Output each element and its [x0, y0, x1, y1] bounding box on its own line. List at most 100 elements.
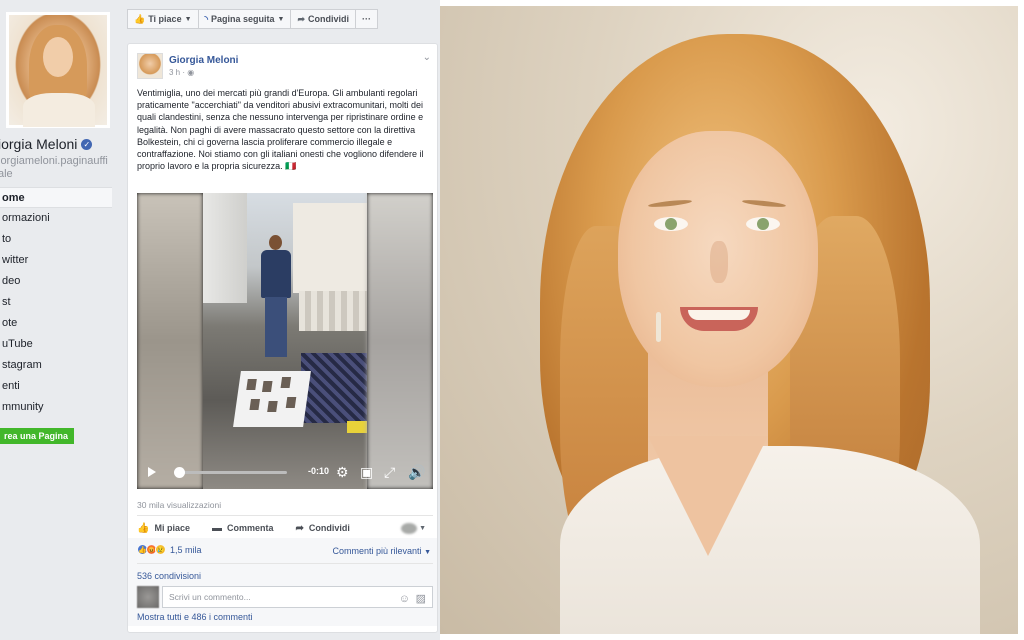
comment-button[interactable]: ▬ Commenta	[212, 523, 274, 534]
gear-icon[interactable]: ⚙	[336, 464, 349, 480]
page-action-bar: 👍 Ti piace ▼ ◝ Pagina seguita ▼ ➦ Condiv…	[127, 9, 379, 29]
verified-badge-icon: ✓	[81, 138, 93, 150]
facebook-page-screenshot: iorgia Meloni ✓ iorgiameloni.paginauffi …	[0, 0, 440, 640]
share-arrow-icon: ➦	[295, 522, 304, 534]
emoji-icon[interactable]: ☺	[399, 589, 410, 609]
video-yellow-box	[347, 421, 367, 433]
portrait-right-brow	[741, 198, 787, 209]
post-summary: 👍 😡 😢 1,5 mila Commenti più rilevanti ▼ …	[128, 538, 437, 626]
speech-bubble-icon: ▬	[211, 522, 222, 534]
post-options-chevron-icon[interactable]: ⌄	[423, 52, 431, 63]
nav-item-posts[interactable]: st	[0, 292, 112, 313]
sad-reaction-icon: 😢	[155, 544, 166, 555]
share-button-label: Condividi	[308, 523, 350, 533]
portrait-left-iris	[665, 218, 677, 230]
video-blurred-right	[367, 193, 433, 489]
video-man-head	[269, 235, 282, 250]
portrait-blouse	[560, 446, 980, 634]
post-as-selector[interactable]: ▼	[401, 523, 426, 534]
nav-item-community[interactable]: mmunity	[0, 397, 112, 418]
nav-item-events[interactable]: enti	[0, 376, 112, 397]
play-icon[interactable]	[148, 467, 156, 477]
video-awning	[299, 291, 367, 331]
share-page-button[interactable]: ➦ Condividi	[290, 9, 357, 29]
nav-item-instagram[interactable]: stagram	[0, 355, 112, 376]
nav-item-notes[interactable]: ote	[0, 313, 112, 334]
nav-item-twitter[interactable]: witter	[0, 250, 112, 271]
reaction-summary[interactable]: 👍 😡 😢 1,5 mila	[137, 544, 202, 555]
video-frame	[203, 193, 367, 489]
video-man-pants	[265, 297, 287, 357]
share-button[interactable]: ➦ Condividi	[295, 523, 349, 534]
sticker-icon[interactable]: ▨	[416, 589, 426, 609]
profile-photo[interactable]	[6, 12, 110, 128]
like-page-button[interactable]: 👍 Ti piace ▼	[127, 9, 199, 29]
nav-item-video[interactable]: deo	[0, 271, 112, 292]
portrait-right-iris	[757, 218, 769, 230]
video-progress-bar[interactable]	[174, 467, 287, 478]
post-action-bar: 👍 Mi piace ▬ Commenta ➦ Condividi ▼	[137, 520, 433, 536]
video-goods-stall	[301, 353, 367, 423]
thumbs-up-icon: 👍	[137, 522, 150, 534]
post-time-text: 3 h ·	[169, 68, 186, 77]
fullscreen-icon[interactable]: ⤢	[384, 464, 395, 480]
more-options-button[interactable]: ···	[355, 9, 379, 29]
video-item	[285, 397, 297, 408]
page-name[interactable]: iorgia Meloni ✓	[0, 136, 93, 152]
share-arrow-icon: ➦	[297, 13, 306, 24]
nav-item-home[interactable]: ome	[0, 187, 112, 208]
post-author-avatar[interactable]	[137, 53, 163, 79]
share-count[interactable]: 536 condivisioni	[137, 571, 201, 581]
profile-photo-face	[43, 37, 73, 77]
video-cloth-with-goods	[233, 371, 311, 427]
video-remaining-time: -0:10	[308, 466, 330, 476]
post-author-name[interactable]: Giorgia Meloni	[169, 55, 238, 66]
video-item	[246, 379, 257, 390]
nav-item-info[interactable]: ormazioni	[0, 208, 112, 229]
video-player[interactable]: -0:10 ⚙ ▣ ⤢ 🔊	[137, 193, 433, 489]
create-page-button[interactable]: rea una Pagina	[0, 428, 75, 444]
comment-composer: Scrivi un commento... ☺ ▨	[137, 585, 433, 609]
post-text: Ventimiglia, uno dei mercati più grandi …	[137, 88, 424, 172]
page-sidebar: iorgia Meloni ✓ iorgiameloni.paginauffi …	[0, 0, 120, 640]
volume-icon[interactable]: 🔊	[408, 464, 425, 480]
chevron-down-icon: ▼	[277, 15, 285, 23]
video-view-count[interactable]: 30 mila visualizzazioni	[137, 500, 221, 510]
video-controls: -0:10 ⚙ ▣ ⤢ 🔊	[137, 461, 433, 483]
following-label: Pagina seguita	[211, 14, 275, 24]
portrait-nose	[710, 241, 728, 283]
page-name-text: iorgia Meloni	[0, 136, 78, 152]
video-man	[259, 235, 293, 375]
portrait-left-brow	[647, 198, 693, 209]
video-building	[203, 193, 247, 303]
comment-sort-label: Commenti più rilevanti	[332, 546, 422, 556]
post-card: Giorgia Meloni 3 h · ◉ ⌄ Ventimiglia, un…	[127, 43, 438, 633]
video-item	[249, 399, 260, 410]
like-page-label: Ti piace	[148, 14, 182, 24]
chevron-down-icon: ▼	[184, 15, 192, 23]
comment-sort-dropdown[interactable]: Commenti più rilevanti ▼	[333, 546, 432, 556]
portrait-earring	[656, 312, 661, 342]
like-button[interactable]: 👍 Mi piace	[137, 523, 190, 534]
portrait-right-eye	[746, 217, 780, 231]
comment-button-label: Commenta	[226, 523, 274, 533]
show-all-comments-link[interactable]: Mostra tutti e 486 i commenti	[137, 612, 253, 622]
page-handle[interactable]: iorgiameloni.paginauffi ale	[0, 155, 116, 181]
nav-item-photos[interactable]: to	[0, 229, 112, 250]
comment-input[interactable]: Scrivi un commento... ☺ ▨	[162, 586, 433, 608]
portrait-teeth	[688, 310, 750, 320]
following-button[interactable]: ◝ Pagina seguita ▼	[197, 9, 292, 29]
video-item	[261, 381, 273, 392]
chevron-down-icon: ▼	[419, 525, 426, 532]
divider	[137, 515, 433, 516]
video-item	[267, 401, 278, 412]
divider	[137, 563, 433, 564]
comment-placeholder: Scrivi un commento...	[169, 592, 251, 602]
reaction-count: 1,5 mila	[170, 544, 202, 555]
nav-item-youtube[interactable]: uTube	[0, 334, 112, 355]
portrait-neckline	[648, 436, 768, 556]
theater-mode-icon[interactable]: ▣	[360, 464, 373, 480]
post-timestamp[interactable]: 3 h · ◉	[169, 68, 194, 77]
globe-icon: ◉	[187, 68, 195, 77]
video-progress-knob[interactable]	[174, 467, 185, 478]
